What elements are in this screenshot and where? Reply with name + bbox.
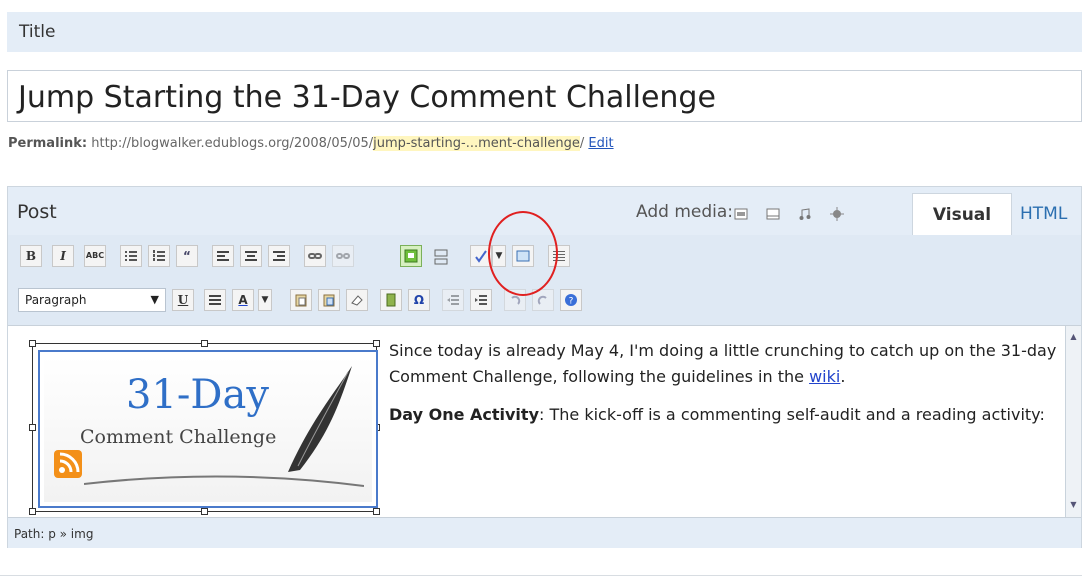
challenge-logo-image: 31-Day Comment Challenge: [44, 356, 372, 502]
resize-handle[interactable]: [29, 340, 36, 347]
link-icon: [308, 253, 322, 259]
divider: [0, 575, 1082, 576]
special-character-button[interactable]: Ω: [408, 289, 430, 311]
underline-button[interactable]: U: [172, 289, 194, 311]
paste-icon: [295, 294, 307, 307]
more-tag-button[interactable]: [430, 245, 452, 267]
format-select[interactable]: Paragraph ▼: [18, 288, 166, 312]
insert-image-button[interactable]: [400, 245, 422, 267]
outdent-button[interactable]: [442, 289, 464, 311]
image-title-text: 31-Day: [126, 372, 269, 418]
align-center-icon: [245, 251, 257, 261]
resize-handle[interactable]: [29, 424, 36, 431]
paragraph-1-end: .: [840, 367, 846, 386]
eraser-icon: [351, 295, 363, 306]
bold-button[interactable]: B: [20, 245, 42, 267]
editor-content-area[interactable]: 31-Day Comment Challenge Since today is …: [8, 325, 1081, 518]
numbered-list-icon: [153, 250, 165, 261]
justify-icon: [209, 295, 221, 305]
outdent-icon: [447, 295, 459, 305]
blockquote-button[interactable]: “: [176, 245, 198, 267]
editor-scrollbar[interactable]: ▲ ▼: [1065, 326, 1081, 517]
resize-handle[interactable]: [201, 508, 208, 515]
spellcheck-icon: [475, 250, 487, 263]
title-label: Title: [19, 22, 56, 42]
align-right-icon: [273, 251, 285, 261]
align-right-button[interactable]: [268, 245, 290, 267]
permalink-label: Permalink:: [8, 136, 88, 151]
film-icon: [386, 293, 396, 307]
highlight-circle-annotation: [488, 211, 558, 296]
unlink-icon: [336, 253, 350, 259]
paragraph-2: Day One Activity: The kick-off is a comm…: [389, 402, 1059, 428]
post-label: Post: [17, 201, 57, 223]
image-subtitle-text: Comment Challenge: [80, 426, 277, 448]
path-bar: Path: p » img: [8, 518, 1081, 548]
unlink-button[interactable]: [332, 245, 354, 267]
day-one-heading: Day One Activity: [389, 405, 539, 424]
wiki-link[interactable]: wiki: [809, 367, 840, 386]
add-media-label: Add media:: [636, 202, 733, 222]
resize-handle[interactable]: [373, 340, 380, 347]
indent-button[interactable]: [470, 289, 492, 311]
resize-handle[interactable]: [201, 340, 208, 347]
video-icon[interactable]: [766, 206, 780, 220]
format-select-value: Paragraph: [25, 293, 87, 307]
paragraph-1-text: Since today is already May 4, I'm doing …: [389, 341, 1057, 386]
align-left-icon: [217, 251, 229, 261]
permalink-suffix: /: [579, 136, 585, 151]
paragraph-2-text: : The kick-off is a commenting self-audi…: [539, 405, 1045, 424]
paste-text-button[interactable]: [290, 289, 312, 311]
post-image[interactable]: 31-Day Comment Challenge: [38, 350, 378, 508]
resize-handle[interactable]: [29, 508, 36, 515]
italic-button[interactable]: I: [52, 245, 74, 267]
post-title-input[interactable]: Jump Starting the 31-Day Comment Challen…: [7, 70, 1082, 122]
paste-word-icon: [323, 294, 335, 307]
swoosh-graphic: [84, 475, 364, 487]
paragraph-1: Since today is already May 4, I'm doing …: [389, 338, 1059, 390]
align-center-button[interactable]: [240, 245, 262, 267]
post-title-value: Jump Starting the 31-Day Comment Challen…: [18, 80, 716, 115]
audio-icon[interactable]: [798, 206, 812, 220]
element-path: Path: p » img: [14, 527, 94, 541]
editor-text[interactable]: Since today is already May 4, I'm doing …: [389, 338, 1059, 440]
image-icon: [404, 249, 418, 263]
quill-icon: [288, 366, 352, 472]
permalink-edit-link[interactable]: Edit: [588, 136, 613, 151]
align-left-button[interactable]: [212, 245, 234, 267]
tab-visual[interactable]: Visual: [912, 193, 1012, 235]
image-icon[interactable]: [734, 206, 748, 220]
resize-handle[interactable]: [373, 508, 380, 515]
permalink-slug[interactable]: jump-starting-...ment-challenge: [373, 136, 580, 151]
scroll-up-icon[interactable]: ▲: [1068, 332, 1079, 343]
help-icon: ?: [565, 294, 577, 307]
permalink-url-prefix: http://blogwalker.edublogs.org/2008/05/0…: [91, 136, 374, 151]
chevron-down-icon: ▼: [150, 293, 159, 306]
font-color-button[interactable]: A: [232, 289, 254, 311]
paste-word-button[interactable]: [318, 289, 340, 311]
remove-format-button[interactable]: [346, 289, 368, 311]
indent-icon: [475, 295, 487, 305]
insert-media-button[interactable]: [380, 289, 402, 311]
bullet-list-button[interactable]: [120, 245, 142, 267]
numbered-list-button[interactable]: [148, 245, 170, 267]
media-icon[interactable]: [830, 206, 844, 221]
help-button[interactable]: ?: [560, 289, 582, 311]
svg-text:?: ?: [569, 297, 574, 307]
tab-html[interactable]: HTML: [1020, 204, 1067, 224]
redo-icon: [537, 295, 547, 305]
page-break-icon: [434, 249, 448, 265]
permalink-row: Permalink: http://blogwalker.edublogs.or…: [8, 136, 614, 151]
rss-icon: [54, 450, 82, 478]
title-header: Title: [7, 12, 1082, 52]
bullet-list-icon: [125, 251, 137, 261]
font-color-dropdown[interactable]: ▼: [258, 289, 272, 311]
justify-button[interactable]: [204, 289, 226, 311]
insert-link-button[interactable]: [304, 245, 326, 267]
scroll-down-icon[interactable]: ▼: [1068, 500, 1079, 511]
strikethrough-button[interactable]: ABC: [84, 245, 106, 267]
